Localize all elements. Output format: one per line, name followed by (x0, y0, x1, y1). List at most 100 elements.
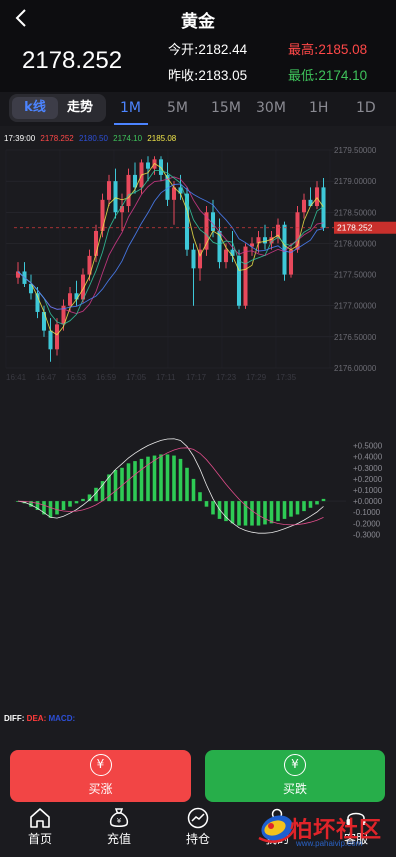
buy-down-label: 买跌 (282, 782, 307, 796)
timeframe-1h[interactable]: 1H (309, 100, 328, 116)
app-root: 黄金 2178.252 今开:2182.44 昨收:2183.05 最高:218… (0, 0, 396, 857)
macd-tick-label: +0.2000 (353, 475, 383, 484)
time-tick-label: 17:23 (216, 373, 237, 382)
macd-histogram-bar (139, 458, 144, 502)
macd-histogram-bar (321, 498, 326, 502)
kline-chart[interactable]: 2179.50000 2179.00000 2178.50000 2178.00000… (0, 128, 396, 740)
candle-body (223, 249, 229, 263)
page-title: 黄金 (181, 12, 215, 32)
diff-label: DIFF: (4, 714, 25, 723)
macd-histogram-bar (55, 501, 59, 515)
current-price: 2178.252 (22, 47, 123, 74)
candle-body (262, 237, 268, 244)
candle-body (67, 293, 73, 306)
nav-label-home: 首页 (27, 832, 52, 846)
macd-histogram-bar (243, 501, 248, 526)
timeframe-30m[interactable]: 30M (256, 100, 286, 116)
macd-histogram-bar (295, 501, 300, 515)
money-bag-icon: ¥ (109, 808, 129, 827)
macd-histogram-bar (113, 470, 118, 502)
price-tick-label: 2179.00000 (334, 177, 377, 186)
legend-value-1: 2178.252 (40, 134, 74, 143)
chart-trend-icon (187, 807, 209, 829)
macd-histogram-bar (263, 501, 267, 525)
chart-legend: 17:39:00 2178.252 2180.50 2174.10 2185.0… (4, 134, 179, 143)
high-value: 2185.08 (318, 42, 368, 57)
macd-histogram-bar (191, 478, 196, 502)
macd-tick-label: -0.1000 (353, 508, 381, 517)
candle-body (100, 199, 105, 231)
watermark-url: www.pahaivip.com (296, 839, 363, 848)
high-label: 最高: (288, 43, 319, 58)
macd-histogram-bar (81, 498, 85, 502)
timeframe-5m[interactable]: 5M (167, 100, 188, 116)
candle-body (301, 199, 307, 213)
macd-histogram-bar (204, 501, 209, 507)
prev-value: 2183.05 (198, 68, 248, 83)
open-value: 2182.44 (198, 42, 248, 57)
macd-histogram-bar (172, 455, 176, 502)
nav-item-positions[interactable]: 持仓 (168, 807, 228, 847)
candle-body (308, 199, 313, 207)
chart-tabs: k线 走势 1M 5M 15M 30M 1H 1D (0, 92, 396, 126)
time-tick-label: 17:35 (276, 373, 297, 382)
macd-histogram-bar (68, 501, 72, 507)
home-icon (30, 808, 50, 828)
timeframe-15m[interactable]: 15M (211, 100, 241, 116)
macd-histogram-bar (256, 501, 261, 526)
time-tick-label: 16:53 (66, 373, 87, 382)
macd-histogram-bar (308, 501, 313, 508)
candle-body (113, 181, 118, 213)
buy-up-label: 买涨 (88, 782, 113, 796)
macd-histogram-bar (159, 454, 163, 502)
active-tab-indicator (114, 123, 148, 125)
macd-histogram-bar (198, 492, 202, 502)
timeframe-1d[interactable]: 1D (356, 100, 376, 116)
macd-histogram-bar (133, 461, 137, 502)
price-tick-label: 2177.00000 (334, 302, 377, 311)
previous-close: 昨收:2183.05 (168, 65, 247, 84)
legend-value-2: 2180.50 (78, 134, 108, 143)
price-tick-label: 2178.00000 (334, 239, 377, 248)
time-tick-label: 17:05 (126, 373, 147, 382)
macd-tick-label: +0.4000 (353, 453, 383, 462)
nav-item-deposit[interactable]: ¥ 充值 (89, 807, 149, 847)
open-label: 今开: (168, 43, 199, 58)
time-tick-label: 17:17 (186, 373, 207, 382)
nav-item-home[interactable]: 首页 (10, 807, 70, 847)
candle-body (126, 174, 131, 207)
legend-time: 17:39:00 (4, 134, 36, 143)
macd-label: MACD: (48, 714, 76, 723)
svg-text:¥: ¥ (117, 817, 122, 825)
macd-histogram-bar (250, 501, 254, 526)
price-tick-label: 2179.50000 (334, 146, 377, 155)
moving-average-line-4 (17, 183, 324, 310)
macd-tick-label: +0.5000 (353, 442, 383, 451)
candle-body (54, 324, 60, 350)
timeframe-1m[interactable]: 1M (120, 100, 141, 116)
macd-histogram-bar (237, 501, 241, 526)
macd-tick-label: +0.0000 (353, 497, 383, 506)
yen-coin-icon: ¥ (284, 754, 306, 776)
macd-histogram-bar (165, 454, 170, 502)
kline-chart-svg: 2179.50000 2179.00000 2178.50000 2178.00000… (5, 146, 396, 539)
macd-histogram-bar (152, 455, 157, 502)
candle-body (288, 249, 294, 275)
high-price: 最高:2185.08 (288, 39, 367, 58)
macd-histogram-bar (211, 501, 215, 515)
buy-up-button[interactable]: ¥ 买涨 (10, 750, 191, 802)
candle-body (74, 293, 79, 300)
last-price-label: 2178.252 (337, 223, 373, 233)
tab-trend[interactable]: 走势 (57, 97, 103, 119)
candle-body (191, 249, 196, 269)
macd-tick-label: -0.3000 (353, 530, 381, 539)
macd-histogram-bar (282, 501, 287, 519)
nav-label-deposit: 充值 (106, 832, 131, 846)
tab-kline[interactable]: k线 (12, 97, 58, 119)
quote-header: 黄金 2178.252 今开:2182.44 昨收:2183.05 最高:218… (0, 0, 396, 92)
low-price: 最低:2174.10 (288, 65, 367, 84)
macd-histogram-bar (146, 456, 150, 502)
candle-body (314, 187, 320, 207)
time-tick-label: 16:41 (6, 373, 27, 382)
buy-down-button[interactable]: ¥ 买跌 (205, 750, 385, 802)
